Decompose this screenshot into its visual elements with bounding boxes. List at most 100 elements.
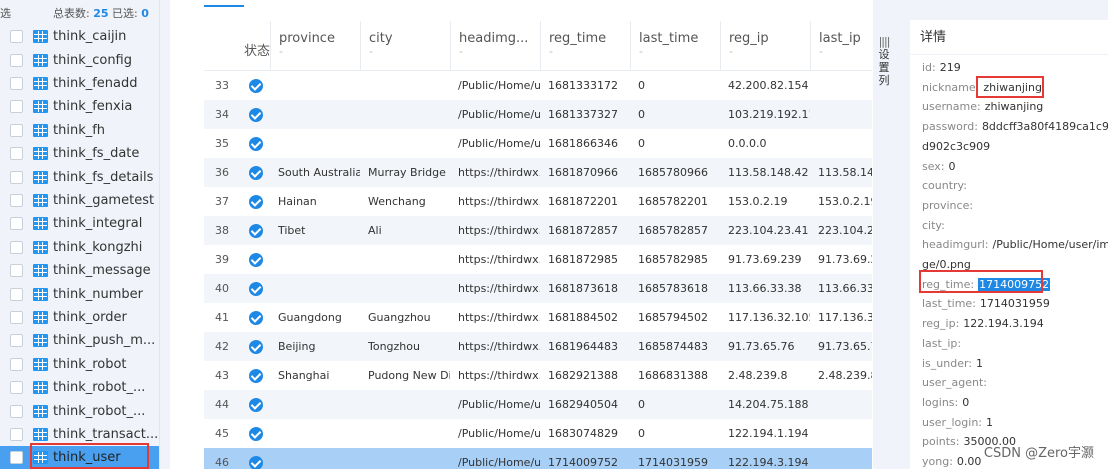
status-check-icon[interactable] — [249, 427, 263, 441]
detail-value[interactable]: d902c3c909 — [922, 140, 990, 153]
sidebar-item[interactable]: think_order — [0, 306, 159, 329]
sidebar-item[interactable]: think_transact... — [0, 423, 159, 446]
column-header-last-time[interactable]: last_time - — [630, 21, 720, 71]
status-check-icon[interactable] — [249, 340, 263, 354]
cell-reg-time: 1681873618 — [548, 282, 618, 295]
status-check-icon[interactable] — [249, 369, 263, 383]
detail-value[interactable]: 1 — [976, 357, 983, 370]
column-header-last-ip[interactable]: last_ip - — [810, 21, 872, 71]
table-checkbox[interactable] — [10, 357, 23, 371]
detail-value[interactable]: 0 — [962, 396, 969, 409]
sidebar-item[interactable]: think_fenadd — [0, 72, 159, 95]
table-checkbox[interactable] — [10, 76, 23, 90]
column-header-city[interactable]: city - — [360, 21, 450, 71]
sidebar-item[interactable]: think_fs_details — [0, 165, 159, 188]
status-check-icon[interactable] — [249, 456, 263, 469]
table-row[interactable]: 42 Beijing Tongzhou https://thirdwx.q 168196… — [204, 332, 872, 361]
detail-value[interactable]: 0 — [949, 160, 956, 173]
detail-value[interactable]: 219 — [940, 61, 961, 74]
sidebar-item[interactable]: think_gametest — [0, 189, 159, 212]
sidebar-item[interactable]: think_robot_... — [0, 399, 159, 422]
table-checkbox[interactable] — [10, 30, 23, 44]
table-icon — [33, 100, 48, 114]
detail-value[interactable]: 8ddcff3a80f4189ca1c9d4 — [982, 120, 1108, 133]
status-check-icon[interactable] — [249, 398, 263, 412]
status-check-icon[interactable] — [249, 137, 263, 151]
detail-value[interactable]: 1 — [986, 416, 993, 429]
sidebar-item[interactable]: think_config — [0, 48, 159, 71]
sidebar-item[interactable]: think_robot_... — [0, 376, 159, 399]
table-checkbox[interactable] — [10, 334, 23, 348]
detail-value[interactable]: 1714009752 — [978, 277, 1051, 291]
column-header-reg-time[interactable]: reg_time - — [540, 21, 630, 71]
detail-field: last_ip: — [922, 337, 965, 351]
sidebar-item[interactable]: think_number — [0, 282, 159, 305]
table-checkbox[interactable] — [10, 123, 23, 137]
table-row[interactable]: 45/Public/Home/us 1683074829 0 122.194.1.19… — [204, 419, 872, 448]
table-row[interactable]: 41 Guangdong Guangzhou https://thirdwx.q 168… — [204, 303, 872, 332]
status-check-icon[interactable] — [249, 108, 263, 122]
table-checkbox[interactable] — [10, 264, 23, 278]
column-header-reg-ip[interactable]: reg_ip - — [720, 21, 810, 71]
column-header-headimg[interactable]: headimg... - — [450, 21, 540, 71]
table-checkbox[interactable] — [10, 381, 23, 395]
detail-key: province: — [922, 198, 974, 212]
sidebar-item[interactable]: think_kongzhi — [0, 236, 159, 259]
row-number: 34 — [215, 108, 229, 121]
detail-value[interactable]: ge/0.png — [922, 258, 971, 271]
table-checkbox[interactable] — [10, 53, 23, 67]
table-checkbox[interactable] — [10, 404, 23, 418]
detail-value[interactable]: zhiwanjing — [983, 81, 1042, 94]
table-row[interactable]: 33/Public/Home/us 1681333172 0 42.200.82.15… — [204, 71, 872, 100]
table-checkbox[interactable] — [10, 193, 23, 207]
cell-reg-time: 1681872985 — [548, 253, 618, 266]
cell-headimg: https://thirdwx.q — [458, 311, 540, 324]
table-row[interactable]: 35/Public/Home/us 1681866346 0 0.0.0.0 — [204, 129, 872, 158]
table-checkbox[interactable] — [10, 427, 23, 441]
status-check-icon[interactable] — [249, 311, 263, 325]
cell-last-ip — [810, 71, 872, 100]
column-header-status[interactable]: 状态 — [204, 21, 270, 71]
table-row[interactable]: 40 https://thirdwx.q 1681873618 1685783618 1… — [204, 274, 872, 303]
table-checkbox[interactable] — [10, 287, 23, 301]
status-check-icon[interactable] — [249, 79, 263, 93]
status-check-icon[interactable] — [249, 253, 263, 267]
status-check-icon[interactable] — [249, 224, 263, 238]
table-checkbox[interactable] — [10, 217, 23, 231]
sidebar-item[interactable]: think_fh — [0, 119, 159, 142]
detail-value[interactable]: zhiwanjing — [985, 100, 1044, 113]
table-row[interactable]: 46/Public/Home/us 1714009752 1714031959 122… — [204, 448, 872, 469]
table-row[interactable]: 39 https://thirdwx.q 1681872985 1685782985 9… — [204, 245, 872, 274]
status-check-icon[interactable] — [249, 166, 263, 180]
table-checkbox[interactable] — [10, 100, 23, 114]
column-settings-button[interactable]: |||| 设 置 列 — [873, 35, 895, 115]
table-row[interactable]: 44/Public/Home/us 1682940504 0 14.204.75.18… — [204, 390, 872, 419]
detail-value[interactable]: 0.00 — [957, 455, 982, 468]
detail-value[interactable]: /Public/Home/user/im — [992, 238, 1108, 251]
table-checkbox[interactable] — [10, 170, 23, 184]
detail-key: password: — [922, 120, 978, 134]
table-row[interactable]: 38 Tibet Ali https://thirdwx.q 1681872857 168… — [204, 216, 872, 245]
table-row[interactable]: 36 South Australia Murray Bridge https://th… — [204, 158, 872, 187]
sidebar-item[interactable]: think_message — [0, 259, 159, 282]
sidebar-item[interactable]: think_fs_date — [0, 142, 159, 165]
sidebar-item[interactable]: think_user — [0, 446, 159, 469]
table-checkbox[interactable] — [10, 147, 23, 161]
sidebar-item[interactable]: think_integral — [0, 212, 159, 235]
sidebar-item[interactable]: think_fenxia — [0, 95, 159, 118]
detail-value[interactable]: 1714031959 — [980, 297, 1050, 310]
table-checkbox[interactable] — [10, 310, 23, 324]
detail-value[interactable]: 122.194.3.194 — [963, 317, 1043, 330]
table-checkbox[interactable] — [10, 451, 23, 465]
table-row[interactable]: 43 Shanghai Pudong New Dis https://thirdwx.… — [204, 361, 872, 390]
column-header-province[interactable]: province - — [270, 21, 360, 71]
select-all-label[interactable]: 选 — [0, 5, 11, 21]
status-check-icon[interactable] — [249, 195, 263, 209]
sidebar-item[interactable]: think_caijin — [0, 25, 159, 48]
sidebar-item[interactable]: think_push_m... — [0, 329, 159, 352]
table-row[interactable]: 37 Hainan Wenchang https://thirdwx.q 1681872… — [204, 187, 872, 216]
status-check-icon[interactable] — [249, 282, 263, 296]
sidebar-item[interactable]: think_robot — [0, 353, 159, 376]
table-row[interactable]: 34/Public/Home/us 1681337327 0 103.219.192.… — [204, 100, 872, 129]
table-checkbox[interactable] — [10, 240, 23, 254]
